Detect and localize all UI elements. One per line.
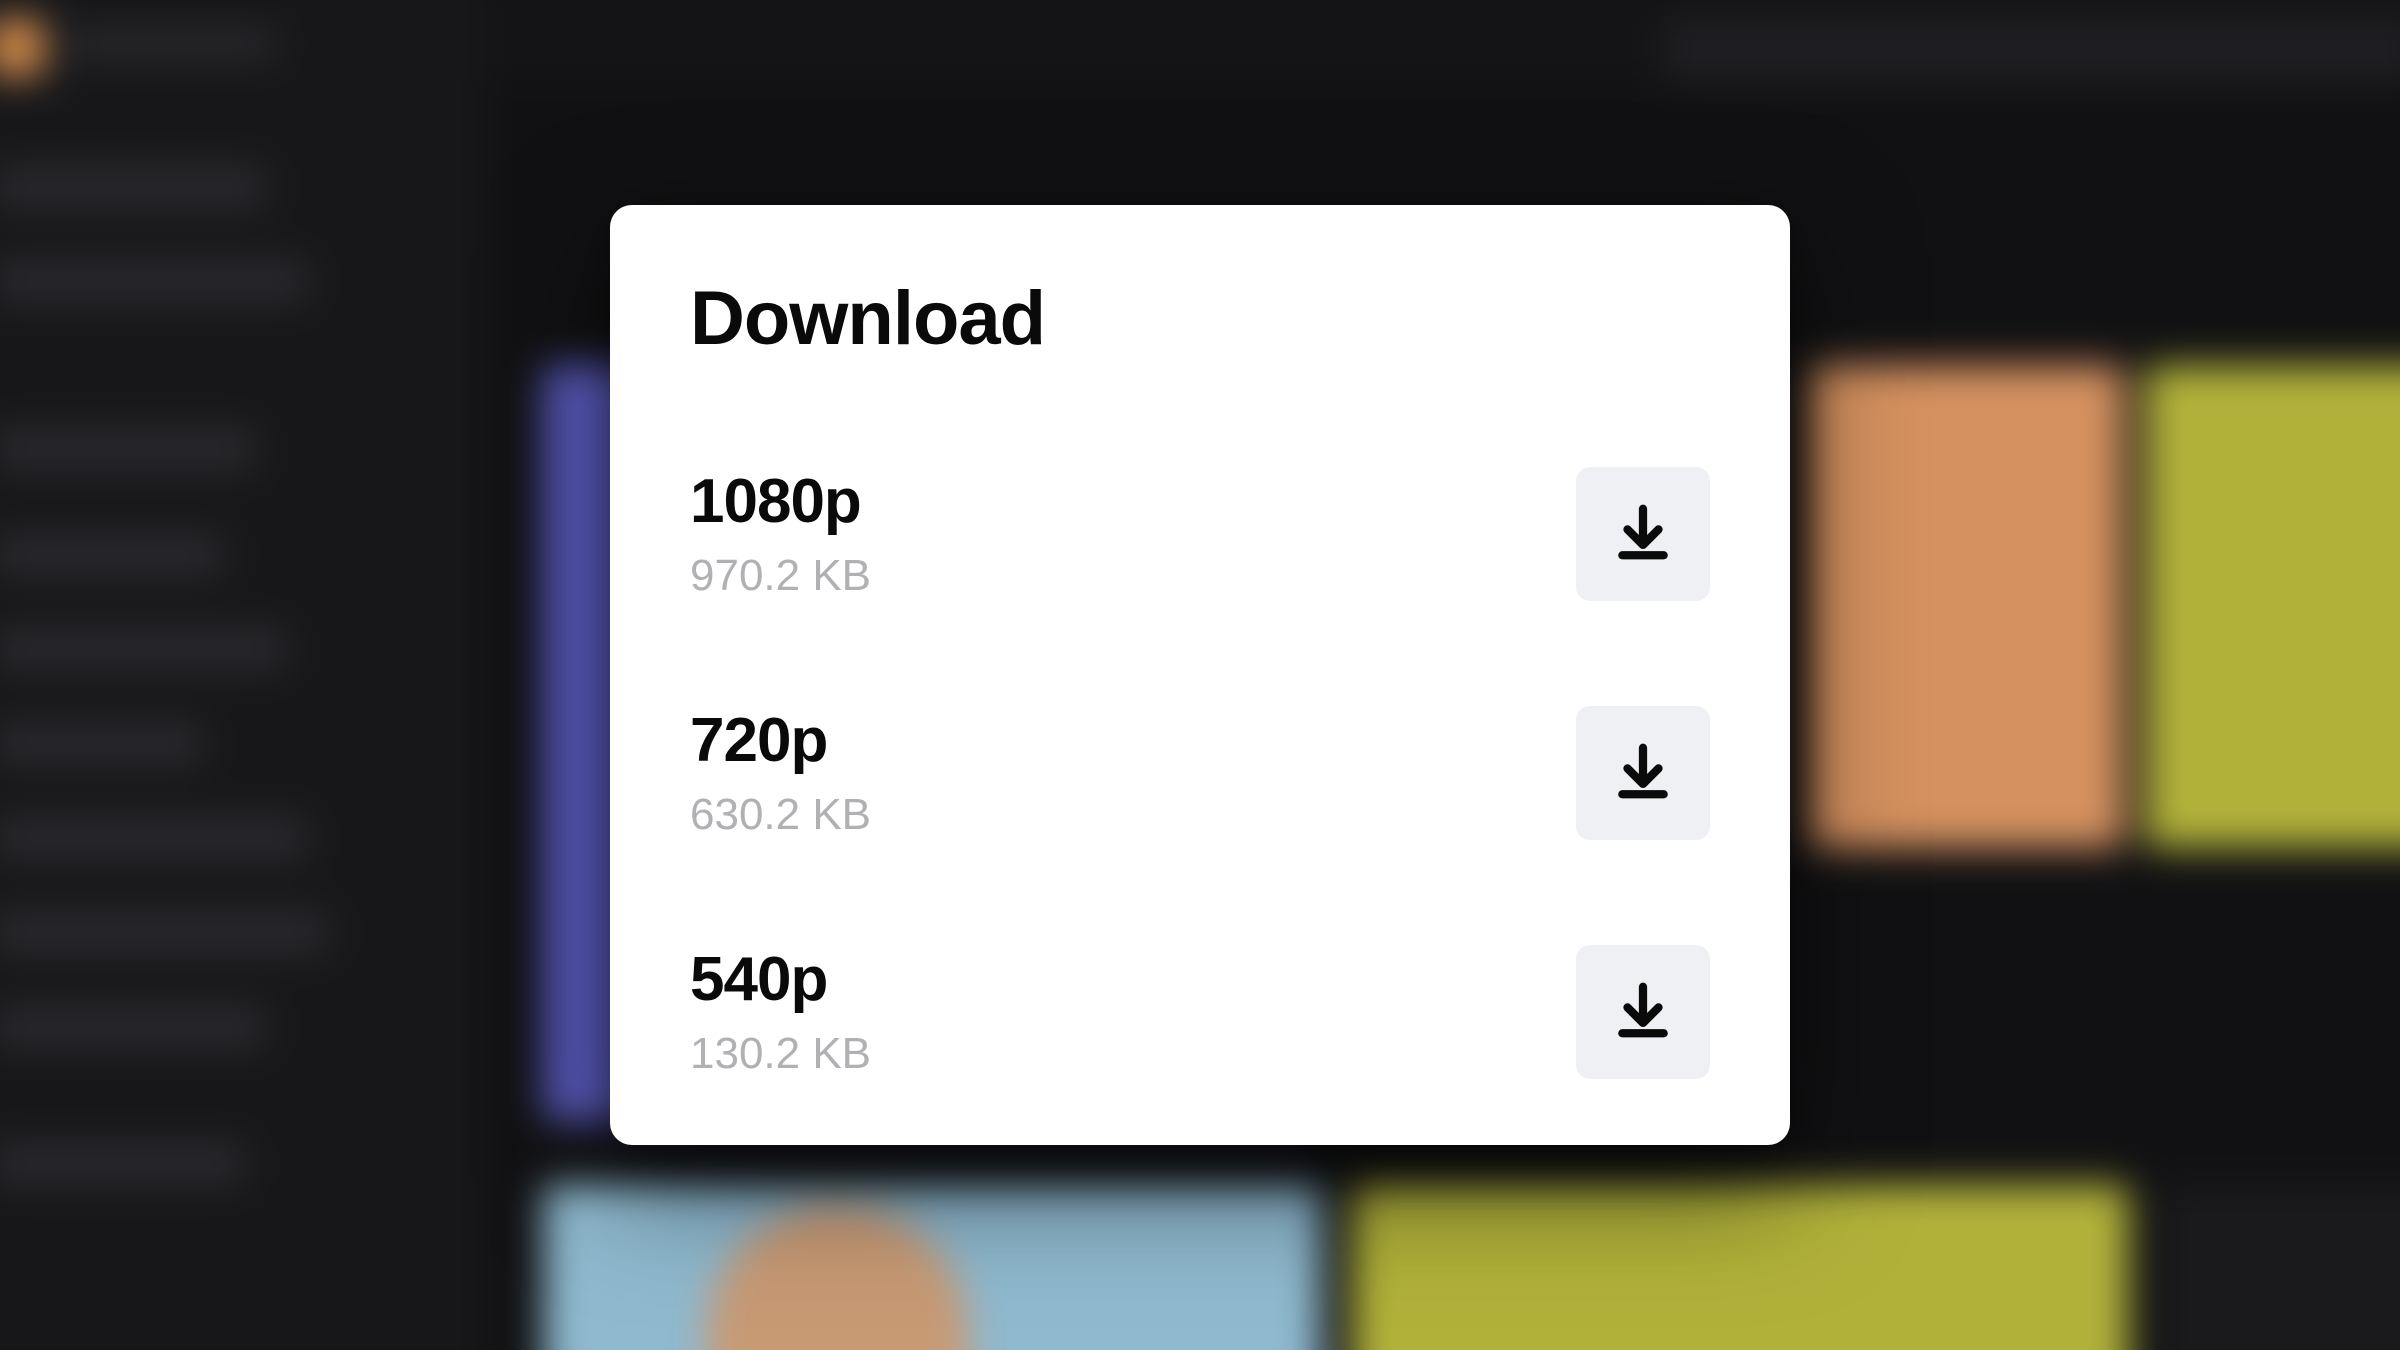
sidebar-item [0,166,265,208]
option-text: 540p 130.2 KB [690,944,871,1079]
sidebar-username [66,29,276,58]
option-size-label: 630.2 KB [690,790,871,840]
sidebar-item [0,722,202,764]
download-modal: Download 1080p 970.2 KB 720p 630.2 KB 54… [610,205,1790,1145]
sidebar-item [0,1006,265,1048]
download-option-720p: 720p 630.2 KB [690,691,1710,854]
download-option-1080p: 1080p 970.2 KB [690,452,1710,615]
sidebar [0,0,486,1350]
sidebar-item [0,817,307,859]
modal-title: Download [690,275,1710,362]
thumbnail [1352,1184,2129,1350]
thumbnail [1809,365,2124,848]
thumbnail [2145,365,2400,848]
download-button-720p[interactable] [1576,706,1710,840]
sidebar-item [0,428,255,470]
sidebar-item [0,533,223,575]
option-quality-label: 540p [690,944,871,1015]
thumbnail [2161,1184,2400,1350]
sidebar-item [0,260,307,302]
download-icon [1612,979,1674,1044]
download-option-540p: 540p 130.2 KB [690,930,1710,1093]
option-text: 720p 630.2 KB [690,705,871,840]
download-button-1080p[interactable] [1576,467,1710,601]
option-quality-label: 720p [690,705,871,776]
option-quality-label: 1080p [690,466,871,537]
avatar [0,19,45,77]
download-icon [1612,501,1674,566]
option-size-label: 130.2 KB [690,1029,871,1079]
download-icon [1612,740,1674,805]
option-text: 1080p 970.2 KB [690,466,871,601]
download-button-540p[interactable] [1576,945,1710,1079]
sidebar-item [0,1142,244,1184]
search-bar [1662,19,2400,82]
option-size-label: 970.2 KB [690,551,871,601]
sidebar-item [0,911,328,953]
sidebar-item [0,628,286,670]
